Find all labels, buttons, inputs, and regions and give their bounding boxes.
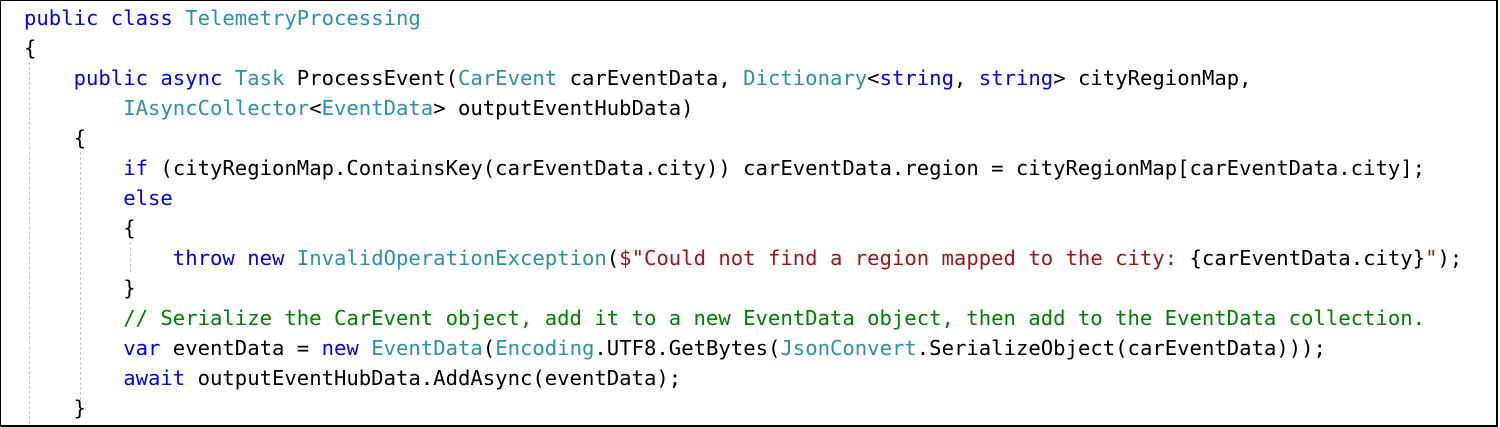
code-token: } (24, 276, 136, 300)
code-token: string (879, 66, 954, 90)
code-token: JsonConvert (780, 336, 917, 360)
code-text-area[interactable]: public class TelemetryProcessing { public… (24, 3, 1462, 423)
code-token: string (978, 66, 1054, 90)
code-token: ProcessEvent( (284, 66, 458, 90)
code-token: $"Could not find a region mapped to the … (619, 246, 1190, 270)
code-token: carEventData, (557, 66, 744, 90)
code-token: { (24, 126, 86, 150)
code-token: .SerializeObject(carEventData))); (916, 336, 1326, 360)
code-line[interactable]: else (24, 183, 1462, 213)
code-token: { (24, 216, 136, 240)
code-line[interactable]: { (24, 213, 1462, 243)
code-token: // Serialize the CarEvent object, add it… (123, 306, 1426, 330)
code-token: InvalidOperationException (296, 246, 607, 270)
code-line[interactable]: public class TelemetryProcessing (24, 3, 1462, 33)
code-line[interactable]: { (24, 123, 1462, 153)
code-token: {carEventData.city} (1189, 246, 1426, 270)
code-token: (cityRegionMap.ContainsKey(carEventData.… (148, 156, 1426, 180)
code-token: EventData (321, 96, 434, 120)
code-token: } (24, 396, 86, 420)
code-token: CarEvent (457, 66, 558, 90)
code-line[interactable]: public async Task ProcessEvent(CarEvent … (24, 63, 1462, 93)
code-token: throw new (172, 246, 297, 270)
code-token: < (309, 96, 322, 120)
code-line[interactable]: var eventData = new EventData(Encoding.U… (24, 333, 1462, 363)
code-token: Encoding (495, 336, 595, 360)
code-token: EventData (371, 336, 483, 360)
code-token: .UTF8.GetBytes( (594, 336, 781, 360)
code-token: new (321, 336, 372, 360)
code-line[interactable]: throw new InvalidOperationException($"Co… (24, 243, 1463, 273)
code-token: " (1425, 246, 1438, 270)
code-token: public async (24, 66, 235, 90)
code-line[interactable]: await outputEventHubData.AddAsync(eventD… (24, 363, 1462, 393)
code-line[interactable]: if (cityRegionMap.ContainsKey(carEventDa… (24, 153, 1462, 183)
code-token: > cityRegionMap, (1053, 66, 1252, 90)
code-token: Dictionary (743, 66, 868, 90)
code-token: ); (1437, 246, 1463, 270)
code-token: < (867, 66, 880, 90)
code-token: { (24, 36, 37, 60)
code-token: outputEventHubData.AddAsync(eventData); (185, 366, 682, 390)
code-token: ( (482, 336, 496, 360)
code-line[interactable]: { (24, 33, 1462, 63)
code-token: else (123, 186, 173, 210)
code-editor-frame: public class TelemetryProcessing { public… (0, 0, 1498, 427)
code-line[interactable]: // Serialize the CarEvent object, add it… (24, 303, 1462, 333)
code-token: eventData = (160, 336, 322, 360)
code-token: Task (234, 66, 285, 90)
code-token: IAsyncCollector (123, 96, 310, 120)
code-token: await (123, 366, 186, 390)
code-token: , (953, 66, 979, 90)
code-token: var (123, 336, 161, 360)
code-token: public class (24, 6, 186, 30)
code-line[interactable]: IAsyncCollector<EventData> outputEventHu… (24, 93, 1462, 123)
code-token: > outputEventHubData) (433, 96, 694, 120)
code-line[interactable]: } (24, 273, 1462, 303)
code-token: TelemetryProcessing (185, 6, 421, 30)
code-token: if (123, 156, 149, 180)
code-line[interactable]: } (24, 393, 1462, 423)
code-token: ( (606, 246, 620, 270)
